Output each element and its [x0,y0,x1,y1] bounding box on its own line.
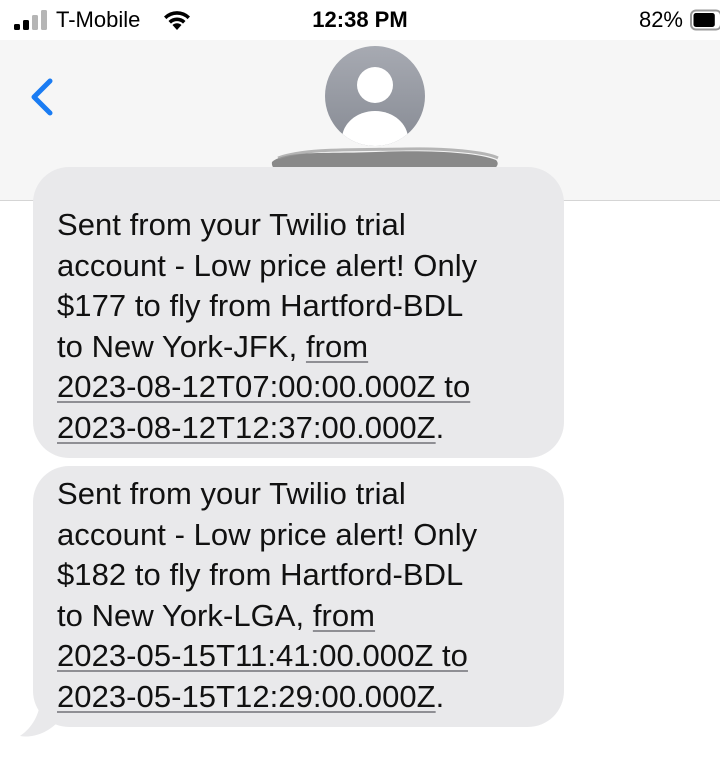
clock-time: 12:38 PM [312,7,408,32]
message-text: to New York-LGA, [57,597,313,633]
contact-avatar[interactable] [325,46,425,146]
date-link[interactable]: from [313,598,375,633]
date-link[interactable]: 2023-08-12T12:37:00.000Z [57,410,436,445]
message-text-line: $182 to fly from Hartford-BDL [57,557,464,592]
message-text-line: 2023-05-15T11:41:00.000Z to [57,636,542,677]
message-text-line: $177 to fly from Hartford-BDL [57,288,464,323]
person-icon [342,67,408,146]
message-text: to New York-JFK, [57,328,306,364]
message-bubble[interactable]: Sent from your Twilio trial account - Lo… [33,167,564,458]
status-bar: T-Mobile 12:38 PM 82% [0,0,720,40]
battery-icon [690,9,720,31]
message-bubble[interactable]: Sent from your Twilio trial account - Lo… [33,466,564,727]
message-text-line: account - Low price alert! Only [57,516,478,552]
message-text-line: 2023-08-12T12:37:00.000Z. [57,408,542,449]
message-text-line: 2023-08-12T07:00:00.000Z to [57,367,542,408]
message-text-line: to New York-LGA, from [57,596,542,637]
battery-percentage: 82% [638,7,683,32]
date-link[interactable]: 2023-08-12T07:00:00.000Z to [57,369,470,404]
message-punctuation: . [435,409,445,445]
message-text-line: Sent from your Twilio trial [57,476,406,511]
back-chevron-icon[interactable] [26,72,66,122]
message-text-line: account - Low price alert! Only [57,247,478,283]
message-text-line: 2023-05-15T12:29:00.000Z. [57,677,542,718]
message-text-line: to New York-JFK, from [57,327,542,368]
date-link[interactable]: 2023-05-15T11:41:00.000Z to [57,638,468,673]
message-punctuation: . [435,678,445,714]
message-text-line: Sent from your Twilio trial [57,207,406,242]
date-link[interactable]: 2023-05-15T12:29:00.000Z [57,679,436,714]
date-link[interactable]: from [306,329,368,364]
bubble-tail [20,700,58,737]
